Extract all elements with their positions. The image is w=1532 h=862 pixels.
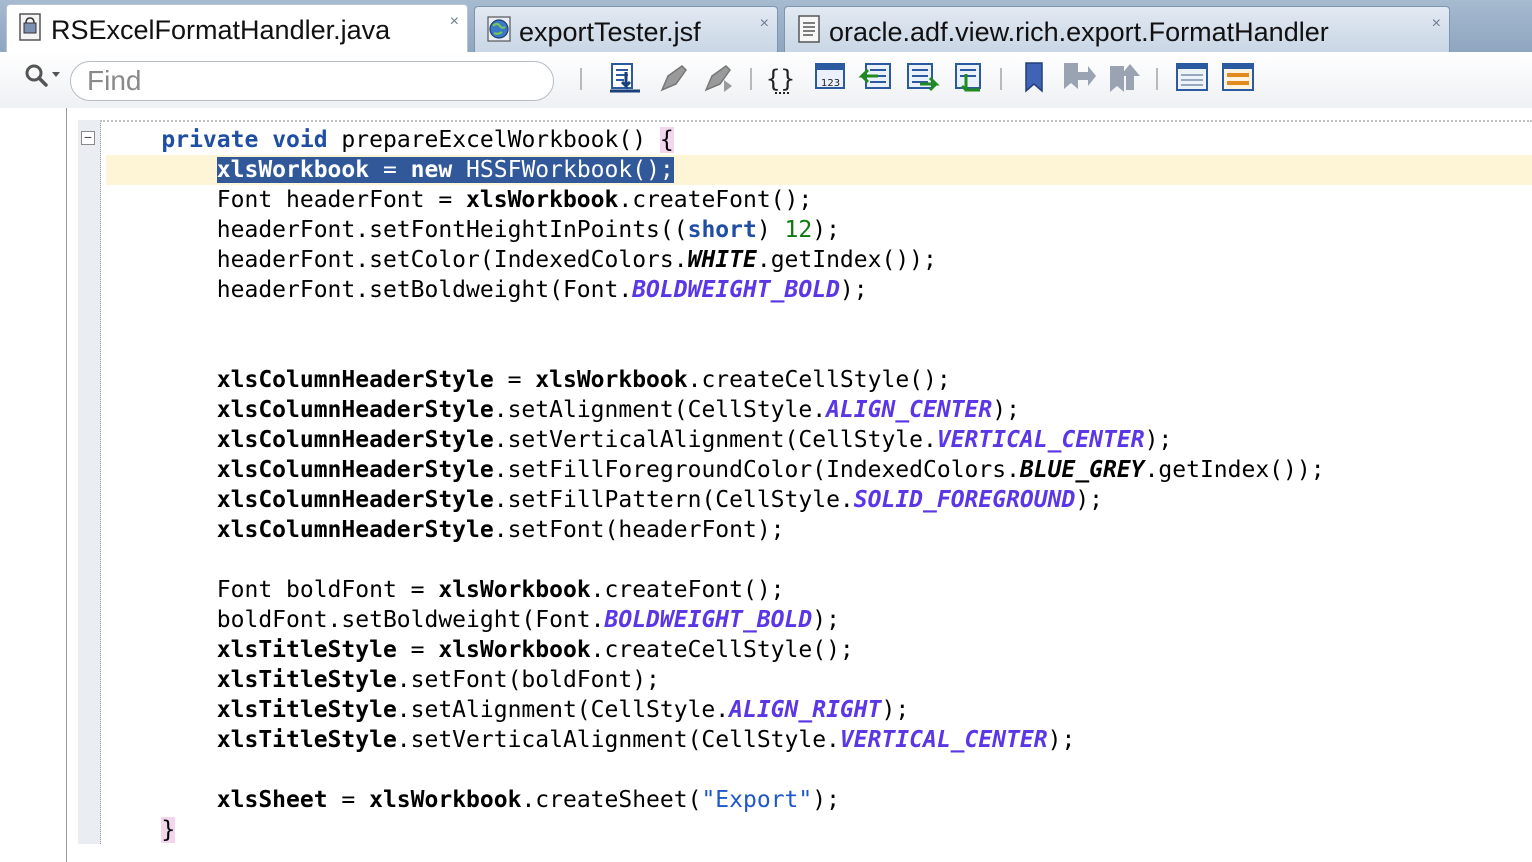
matching-brace: { (659, 127, 674, 153)
java-class-icon (19, 13, 41, 41)
code-line[interactable]: } (106, 815, 176, 845)
code-line[interactable]: xlsWorkbook = new HSSFWorkbook(); (106, 155, 674, 185)
split-view-icon[interactable] (1174, 60, 1210, 96)
code-line[interactable]: xlsColumnHeaderStyle.setVerticalAlignmen… (106, 425, 1172, 455)
code-line[interactable]: xlsTitleStyle.setFont(boldFont); (106, 665, 660, 695)
tab-formathandler[interactable]: oracle.adf.view.rich.export.FormatHandle… (784, 6, 1450, 52)
tab-rsexcelformathandler-java[interactable]: RSExcelFormatHandler.java × (6, 4, 468, 52)
code-line[interactable]: xlsColumnHeaderStyle.setAlignment(CellSt… (106, 395, 1020, 425)
code-line[interactable]: headerFont.setColor(IndexedColors.WHITE.… (106, 245, 937, 275)
close-icon[interactable]: × (1432, 15, 1441, 33)
document-icon (798, 15, 820, 43)
toggle-braces-icon[interactable]: {} (764, 60, 800, 96)
code-line[interactable]: Font headerFont = xlsWorkbook.createFont… (106, 185, 812, 215)
code-line[interactable]: Font boldFont = xlsWorkbook.createFont()… (106, 575, 785, 605)
svg-text:{}: {} (766, 65, 795, 93)
code-line[interactable]: xlsSheet = xlsWorkbook.createSheet("Expo… (106, 785, 840, 815)
code-line[interactable]: headerFont.setBoldweight(Font.BOLDWEIGHT… (106, 275, 868, 305)
shift-right-icon[interactable] (904, 60, 940, 96)
editor-margin-line (66, 108, 67, 862)
search-icon[interactable] (22, 62, 64, 90)
matching-brace: } (161, 817, 176, 843)
svg-text:123: 123 (821, 78, 840, 89)
find-input[interactable] (70, 61, 554, 101)
previous-edit-icon[interactable] (656, 60, 692, 96)
toggle-line-numbers-icon[interactable]: 123 (812, 60, 848, 96)
code-line[interactable]: xlsColumnHeaderStyle.setFont(headerFont)… (106, 515, 785, 545)
editor-gutter (78, 120, 101, 844)
code-line[interactable]: private void prepareExcelWorkbook() { (106, 125, 674, 155)
toolbar-separator (750, 68, 752, 90)
previous-bookmark-icon[interactable] (1060, 60, 1096, 96)
next-bookmark-icon[interactable] (1106, 60, 1142, 96)
code-line[interactable]: headerFont.setFontHeightInPoints((short)… (106, 215, 840, 245)
globe-icon (487, 16, 511, 42)
toggle-structure-icon[interactable] (1220, 60, 1256, 96)
code-line[interactable]: xlsTitleStyle = xlsWorkbook.createCellSt… (106, 635, 854, 665)
tab-label: RSExcelFormatHandler.java (51, 15, 391, 45)
shift-left-icon[interactable] (858, 60, 894, 96)
fold-collapse-icon[interactable]: − (81, 130, 95, 145)
close-icon[interactable]: × (760, 15, 769, 33)
text-selection: xlsWorkbook = new HSSFWorkbook(); (216, 157, 674, 183)
close-icon[interactable]: × (450, 13, 459, 31)
method-separator (100, 120, 1532, 122)
code-line[interactable]: xlsTitleStyle.setAlignment(CellStyle.ALI… (106, 695, 909, 725)
code-line[interactable]: boldFont.setBoldweight(Font.BOLDWEIGHT_B… (106, 605, 840, 635)
toolbar-separator (580, 68, 582, 90)
code-line[interactable]: xlsColumnHeaderStyle.setFillForegroundCo… (106, 455, 1325, 485)
code-line[interactable]: xlsColumnHeaderStyle = xlsWorkbook.creat… (106, 365, 951, 395)
code-line[interactable]: xlsTitleStyle.setVerticalAlignment(CellS… (106, 725, 1076, 755)
tab-label: oracle.adf.view.rich.export.FormatHandle… (829, 17, 1329, 47)
find-usages-icon[interactable] (608, 60, 644, 96)
toolbar-separator (1000, 68, 1002, 90)
toolbar-separator (1156, 68, 1158, 90)
tab-exporttester-jsf[interactable]: exportTester.jsf × (474, 6, 778, 52)
code-line[interactable]: xlsColumnHeaderStyle.setFillPattern(Cell… (106, 485, 1103, 515)
tab-label: exportTester.jsf (519, 17, 701, 47)
editor-tab-bar: RSExcelFormatHandler.java × exportTester… (0, 0, 1532, 52)
toggle-bookmark-icon[interactable] (1016, 60, 1052, 96)
next-edit-icon[interactable] (702, 60, 738, 96)
toggle-comment-icon[interactable] (952, 60, 988, 96)
